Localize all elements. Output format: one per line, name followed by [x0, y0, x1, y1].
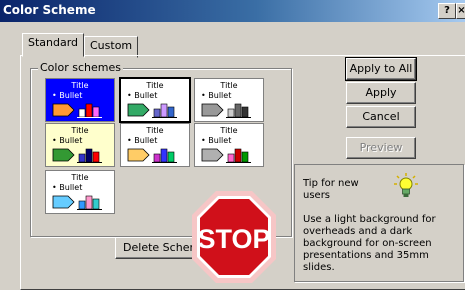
- window-title: Color Scheme: [3, 3, 96, 17]
- help-button[interactable]: ?: [438, 3, 456, 19]
- stop-sign-icon: STOP: [192, 191, 276, 283]
- tab-standard[interactable]: Standard: [22, 33, 85, 57]
- title-bar: Color Scheme ? ×: [0, 0, 465, 22]
- stop-text: STOP: [197, 224, 270, 254]
- close-button[interactable]: ×: [456, 3, 465, 19]
- color-schemes-label: Color schemes: [38, 61, 123, 74]
